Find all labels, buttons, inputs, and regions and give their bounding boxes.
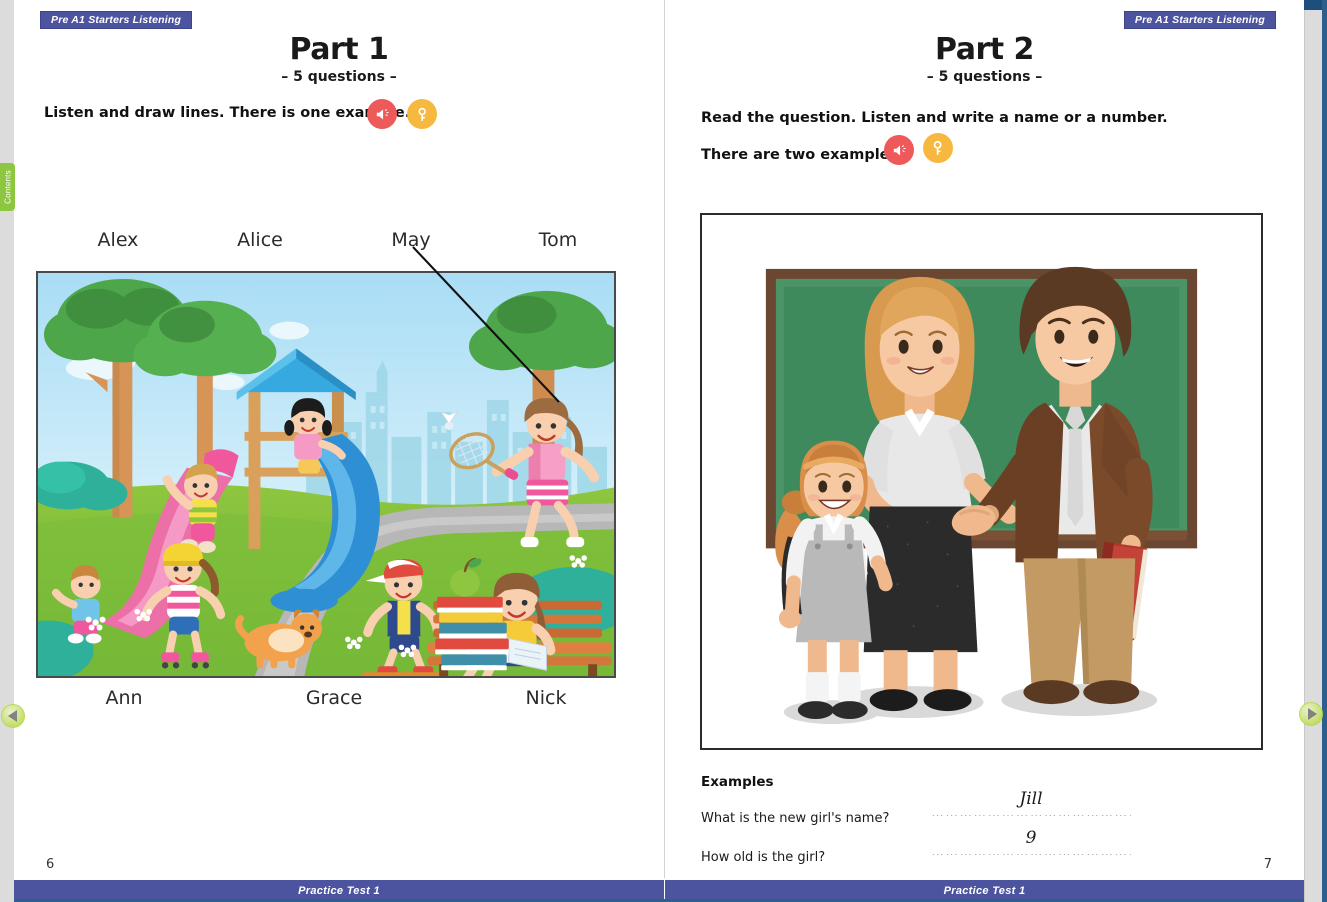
prev-page-button[interactable] — [1, 704, 25, 728]
name-label-grace: Grace — [305, 687, 363, 709]
examples-heading: Examples — [701, 774, 774, 790]
instruction-part2-line1: Read the question. Listen and write a na… — [701, 110, 1168, 126]
instruction-part2-line2: There are two examples. — [701, 147, 904, 163]
part1-illustration — [36, 271, 616, 678]
answer-key-icon[interactable] — [923, 133, 953, 163]
name-label-tom: Tom — [538, 229, 578, 251]
level-tag-right: Pre A1 Starters Listening — [1123, 11, 1276, 29]
contents-tab-label: Contents — [3, 170, 12, 204]
audio-speaker-icon[interactable] — [367, 99, 397, 129]
answer-key-icon[interactable] — [407, 99, 437, 129]
example-answer-field-1[interactable]: Jill …………………………………………………………………………………………… — [931, 789, 1131, 816]
name-label-may: May — [391, 229, 431, 251]
contents-tab[interactable]: Contents — [0, 163, 15, 211]
page-spread: Pre A1 Starters Listening Part 1 – 5 que… — [14, 0, 1304, 902]
book-viewer: Pre A1 Starters Listening Part 1 – 5 que… — [0, 0, 1327, 902]
page-subtitle-part2: – 5 questions – — [926, 69, 1043, 85]
page-title-part1: Part 1 — [289, 32, 389, 67]
chevron-right-icon — [1307, 708, 1317, 720]
answer-dotted-line: …………………………………………………………………………………………… — [931, 809, 1131, 816]
example-question-2: How old is the girl? — [701, 850, 826, 865]
example-answer-2: 9 — [1025, 828, 1037, 848]
example-answer-field-2[interactable]: 9 …………………………………………………………………………………………… — [931, 828, 1131, 855]
instruction-part1: Listen and draw lines. There is one exam… — [44, 105, 411, 121]
page-number-left: 6 — [46, 857, 55, 872]
chevron-left-icon — [7, 710, 17, 722]
name-label-alex: Alex — [97, 229, 139, 251]
left-gutter — [0, 0, 14, 902]
example-question-1: What is the new girl's name? — [701, 811, 890, 826]
page-number-right: 7 — [1263, 857, 1272, 872]
right-edge-strip — [1322, 0, 1327, 902]
page-left: Pre A1 Starters Listening Part 1 – 5 que… — [14, 0, 664, 902]
example-answer-1: Jill — [1019, 789, 1043, 809]
book-spine — [664, 0, 665, 878]
name-label-alice: Alice — [237, 229, 283, 251]
page-right: Pre A1 Starters Listening Part 2 – 5 que… — [665, 0, 1304, 902]
page-subtitle-part1: – 5 questions – — [281, 69, 397, 85]
next-page-button[interactable] — [1299, 702, 1323, 726]
part2-illustration — [700, 213, 1263, 750]
page-title-part2: Part 2 — [935, 32, 1034, 67]
top-right-nub — [1304, 0, 1322, 10]
name-label-nick: Nick — [525, 687, 567, 709]
audio-speaker-icon[interactable] — [884, 135, 914, 165]
level-tag-left: Pre A1 Starters Listening — [40, 11, 193, 29]
name-label-ann: Ann — [105, 687, 143, 709]
answer-dotted-line: …………………………………………………………………………………………… — [931, 848, 1131, 855]
